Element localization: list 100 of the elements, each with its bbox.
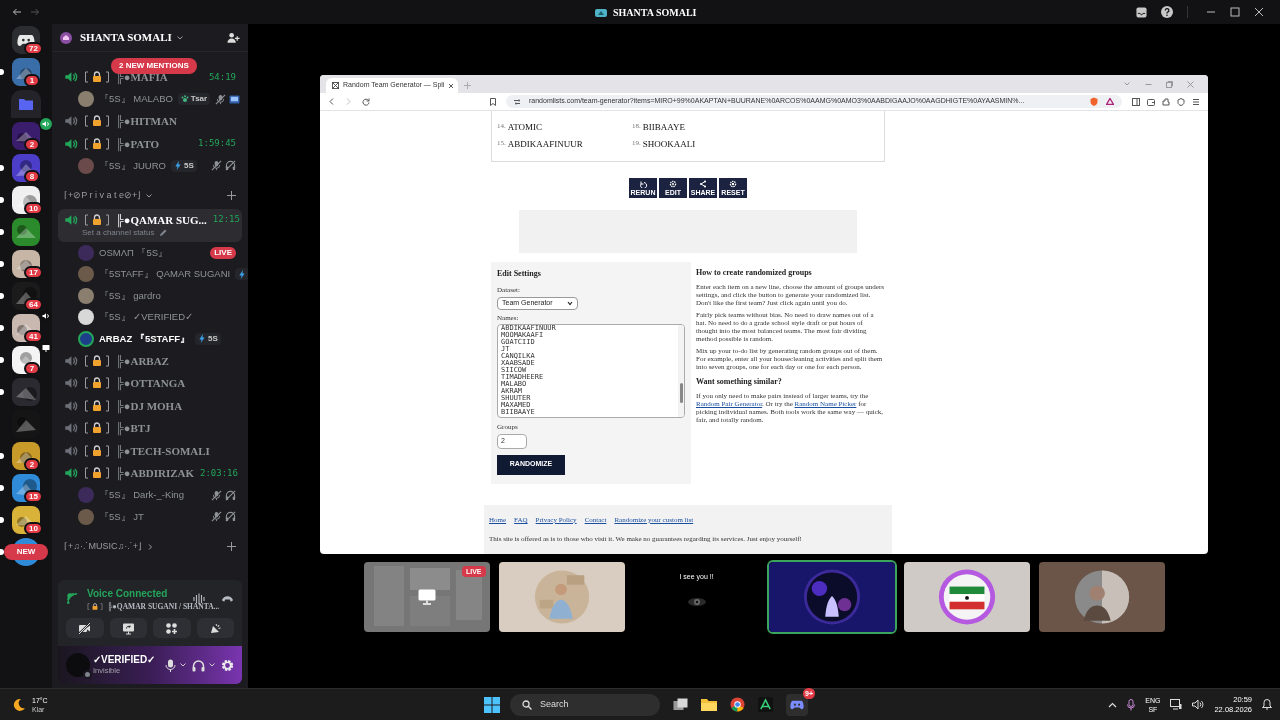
voice-channel[interactable]: ╠●DJ MOHA <box>58 394 242 417</box>
activities-button[interactable] <box>153 618 191 638</box>
invite-icon[interactable] <box>227 31 240 44</box>
add-icon[interactable] <box>227 191 236 200</box>
server-icon[interactable] <box>12 250 40 278</box>
voice-channel[interactable]: ╠●ARBAZ <box>58 349 242 372</box>
mention-count: 15 <box>24 490 43 503</box>
wallet-icon[interactable] <box>1147 97 1155 106</box>
settings-icon[interactable] <box>221 658 234 672</box>
voice-channel[interactable]: ╠●HITMAN <box>58 110 242 133</box>
server-icon[interactable] <box>12 218 40 246</box>
user-name[interactable]: 『5STAFF』 QAMAR SUGANI <box>99 267 231 282</box>
monitor-icon <box>417 589 436 605</box>
camera-off-button[interactable] <box>66 618 104 638</box>
close-icon[interactable] <box>448 82 455 89</box>
channel-name: ╠●DJ MOHA <box>116 398 183 414</box>
bolt-icon <box>174 161 182 171</box>
notifications-icon[interactable] <box>1262 699 1272 710</box>
vpn-icon[interactable] <box>1177 97 1185 106</box>
app-icon[interactable] <box>758 697 773 712</box>
channel-status[interactable]: Set a channel status <box>82 227 155 239</box>
noise-icon[interactable] <box>193 592 205 605</box>
result-name: ATOMIC <box>507 121 543 134</box>
scrollbar[interactable] <box>678 325 684 417</box>
help-icon[interactable] <box>1161 6 1173 18</box>
elapsed-time: 12:15 <box>212 213 240 226</box>
server-icon[interactable] <box>12 442 40 470</box>
user-name[interactable]: 『5S』 gardro <box>99 288 161 303</box>
voice-channel[interactable]: ╠●TECH-SOMALI <box>58 439 242 462</box>
back-icon[interactable] <box>12 7 22 17</box>
microphone-icon[interactable] <box>1127 698 1136 711</box>
search-field[interactable]: Search <box>510 693 660 716</box>
mention-count: 2 <box>24 138 40 151</box>
channel-name: ╠●QAMAR SUG... <box>116 212 207 228</box>
headphones-icon[interactable] <box>192 658 205 672</box>
chevron-icon <box>175 33 184 42</box>
channel-name: ╠●BTJ <box>116 421 151 437</box>
screen-share-icon <box>121 621 135 635</box>
start-icon[interactable] <box>484 696 500 713</box>
mention-count: 64 <box>24 298 43 311</box>
reload-icon[interactable] <box>362 97 370 106</box>
mention-count: 41 <box>24 330 43 343</box>
shield-icon[interactable] <box>1090 97 1098 106</box>
user-tag: 5S <box>195 332 221 345</box>
server-icon[interactable] <box>12 282 40 310</box>
user-name[interactable]: 『5S』 ✓VERIFIED✓ <box>99 310 194 325</box>
server-icon[interactable] <box>12 506 40 534</box>
close-icon[interactable] <box>1254 7 1264 17</box>
extensions-icon[interactable] <box>1162 97 1170 106</box>
sidebar-icon[interactable] <box>1132 97 1140 106</box>
bookmark-icon[interactable] <box>490 97 496 106</box>
menu-icon[interactable] <box>1192 97 1200 106</box>
user-name[interactable]: 『5S』 MALABO <box>99 92 173 107</box>
lock-icon <box>84 115 110 128</box>
category-name[interactable]: ⌈+♫·.˙MUSIC♫·.˙+⌋ <box>64 539 142 554</box>
task-view-icon[interactable] <box>673 698 688 711</box>
channel-name: ╠●ABDIRIZAK <box>116 466 194 482</box>
username[interactable]: ✓VERIFIED✓ <box>93 654 156 665</box>
browser-icon[interactable] <box>730 697 745 712</box>
user-name[interactable]: 『5S』 JUURO <box>99 158 166 173</box>
voice-channel[interactable]: ╠●OTTANGA <box>58 372 242 395</box>
elapsed-time: 2:03:16 <box>200 466 238 480</box>
network-icon[interactable] <box>1170 699 1183 710</box>
server-icon[interactable] <box>12 122 40 150</box>
server-icon[interactable] <box>12 186 40 214</box>
microphone-icon[interactable] <box>165 658 176 672</box>
server-name[interactable]: SHANTA SOMALI <box>80 29 172 46</box>
result-name: BIIBAAYE <box>642 121 685 134</box>
maximize-icon[interactable] <box>1230 7 1240 17</box>
voice-channel[interactable]: ╠●BTJ <box>58 417 242 440</box>
home-button[interactable] <box>12 26 40 54</box>
voice-channel[interactable]: ╠●PATO 1:59:45 <box>58 132 242 155</box>
voice-status[interactable]: Voice Connected <box>87 585 185 601</box>
server-folder[interactable] <box>11 90 41 118</box>
tray-expand-icon[interactable] <box>1108 701 1118 708</box>
add-icon[interactable] <box>227 542 236 551</box>
user-name[interactable]: 『5S』 JT <box>99 509 144 524</box>
rewards-icon[interactable] <box>1106 98 1114 105</box>
new-badge: NEW <box>4 544 48 560</box>
mentions-toast[interactable]: 2 NEW MENTIONS <box>111 58 197 74</box>
share-icon <box>698 180 708 188</box>
mention-count: 72 <box>24 42 43 55</box>
voice-channel[interactable]: ╠●ABDIRIZAK 2:03:16 <box>58 462 242 485</box>
soundboard-button[interactable] <box>196 618 234 638</box>
server-icon[interactable] <box>12 474 40 502</box>
volume-icon[interactable] <box>1192 699 1205 710</box>
server-icon[interactable] <box>12 154 40 182</box>
user-name[interactable]: ARBAZ 『5STAFF』 <box>99 331 191 346</box>
folder-icon[interactable] <box>701 698 717 711</box>
screen-share-button[interactable] <box>109 618 147 638</box>
server-icon[interactable] <box>12 58 40 86</box>
user-name[interactable]: 『5S』 Dark-_-King <box>99 488 184 503</box>
moon-icon[interactable] <box>12 697 26 712</box>
server-icon[interactable] <box>12 314 40 342</box>
channel-name: ╠●PATO <box>116 136 160 152</box>
inbox-icon[interactable] <box>1136 6 1147 18</box>
disconnect-icon[interactable] <box>221 594 234 604</box>
connection-icon <box>66 592 79 606</box>
user-name[interactable]: OSMΛП 『5S』 <box>99 245 169 260</box>
selected-channel[interactable]: ╠●QAMAR SUG... 12:15 Set a channel status <box>58 208 242 242</box>
